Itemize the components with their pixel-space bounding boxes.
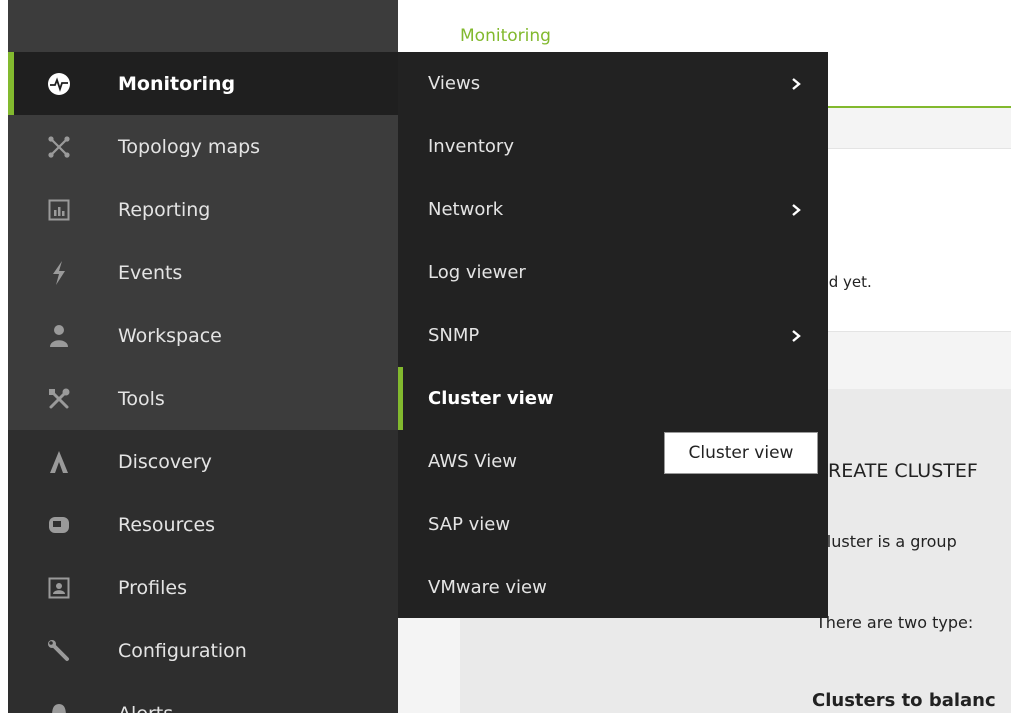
sidebar-item-label: Topology maps bbox=[118, 135, 261, 158]
sidebar-item-label: Tools bbox=[118, 387, 165, 410]
sidebar-item-label: Profiles bbox=[118, 576, 187, 599]
wrench-icon bbox=[46, 638, 72, 664]
sidebar-item-label: Resources bbox=[118, 513, 216, 536]
submenu-item-label: Cluster view bbox=[428, 388, 554, 409]
submenu-item-label: SNMP bbox=[428, 325, 480, 346]
discovery-icon bbox=[46, 449, 72, 475]
balance-section-title: Clusters to balanc bbox=[812, 690, 996, 711]
chart-icon bbox=[46, 197, 72, 223]
sidebar-item-label: Events bbox=[118, 261, 183, 284]
user-icon bbox=[46, 323, 72, 349]
sidebar-top bbox=[8, 0, 398, 52]
bell-icon bbox=[46, 701, 72, 713]
submenu-item-label: Log viewer bbox=[428, 262, 526, 283]
sidebar-item-reporting[interactable]: Reporting bbox=[8, 178, 398, 241]
create-cluster-title: REATE CLUSTEF bbox=[828, 460, 978, 482]
sidebar-item-discovery[interactable]: Discovery bbox=[8, 430, 398, 493]
resources-icon bbox=[46, 512, 72, 538]
header-underline bbox=[826, 106, 1011, 108]
sidebar-item-label: Discovery bbox=[118, 450, 212, 473]
submenu-item-sap-view[interactable]: SAP view bbox=[398, 493, 828, 556]
sidebar-item-resources[interactable]: Resources bbox=[8, 493, 398, 556]
submenu-item-vmware-view[interactable]: VMware view bbox=[398, 556, 828, 619]
sidebar-item-label: Workspace bbox=[118, 324, 222, 347]
tooltip: Cluster view bbox=[664, 432, 818, 474]
submenu-item-label: SAP view bbox=[428, 514, 511, 535]
notice-box bbox=[826, 148, 1011, 332]
submenu-item-label: VMware view bbox=[428, 577, 547, 598]
sidebar-item-alerts[interactable]: Alerts bbox=[8, 682, 398, 713]
sidebar-item-tools[interactable]: Tools bbox=[8, 367, 398, 430]
sidebar-item-topology-maps[interactable]: Topology maps bbox=[8, 115, 398, 178]
chevron-right-icon bbox=[792, 203, 801, 216]
topology-icon bbox=[46, 134, 72, 160]
pulse-icon bbox=[46, 71, 72, 97]
sidebar-item-label: Configuration bbox=[118, 639, 247, 662]
sidebar-item-workspace[interactable]: Workspace bbox=[8, 304, 398, 367]
submenu-item-views[interactable]: Views bbox=[398, 52, 828, 115]
submenu-item-log-viewer[interactable]: Log viewer bbox=[398, 241, 828, 304]
sidebar-item-label: Reporting bbox=[118, 198, 211, 221]
sidebar-item-monitoring[interactable]: Monitoring bbox=[8, 52, 398, 115]
lightning-icon bbox=[46, 260, 72, 286]
sidebar-item-configuration[interactable]: Configuration bbox=[8, 619, 398, 682]
sidebar-item-label: Monitoring bbox=[118, 72, 236, 95]
submenu-item-label: AWS View bbox=[428, 451, 517, 472]
submenu-item-snmp[interactable]: SNMP bbox=[398, 304, 828, 367]
main-sidebar: Monitoring Topology maps Reporting Event… bbox=[8, 0, 398, 713]
cluster-description: cluster is a group bbox=[818, 532, 957, 551]
profile-icon bbox=[46, 575, 72, 601]
sidebar-item-events[interactable]: Events bbox=[8, 241, 398, 304]
cluster-types-description: There are two type: bbox=[816, 613, 974, 632]
tools-icon bbox=[46, 386, 72, 412]
submenu-item-label: Inventory bbox=[428, 136, 514, 157]
chevron-right-icon bbox=[792, 77, 801, 90]
submenu-item-label: Network bbox=[428, 199, 504, 220]
submenu-item-cluster-view[interactable]: Cluster view bbox=[398, 367, 828, 430]
sidebar-item-label: Alerts bbox=[118, 703, 173, 713]
monitoring-submenu: Views Inventory Network Log viewer SNMP … bbox=[398, 52, 828, 618]
submenu-item-network[interactable]: Network bbox=[398, 178, 828, 241]
left-edge bbox=[0, 0, 8, 713]
sidebar-item-profiles[interactable]: Profiles bbox=[8, 556, 398, 619]
chevron-right-icon bbox=[792, 329, 801, 342]
submenu-item-label: Views bbox=[428, 73, 481, 94]
submenu-item-inventory[interactable]: Inventory bbox=[398, 115, 828, 178]
breadcrumb[interactable]: Monitoring bbox=[460, 26, 551, 46]
